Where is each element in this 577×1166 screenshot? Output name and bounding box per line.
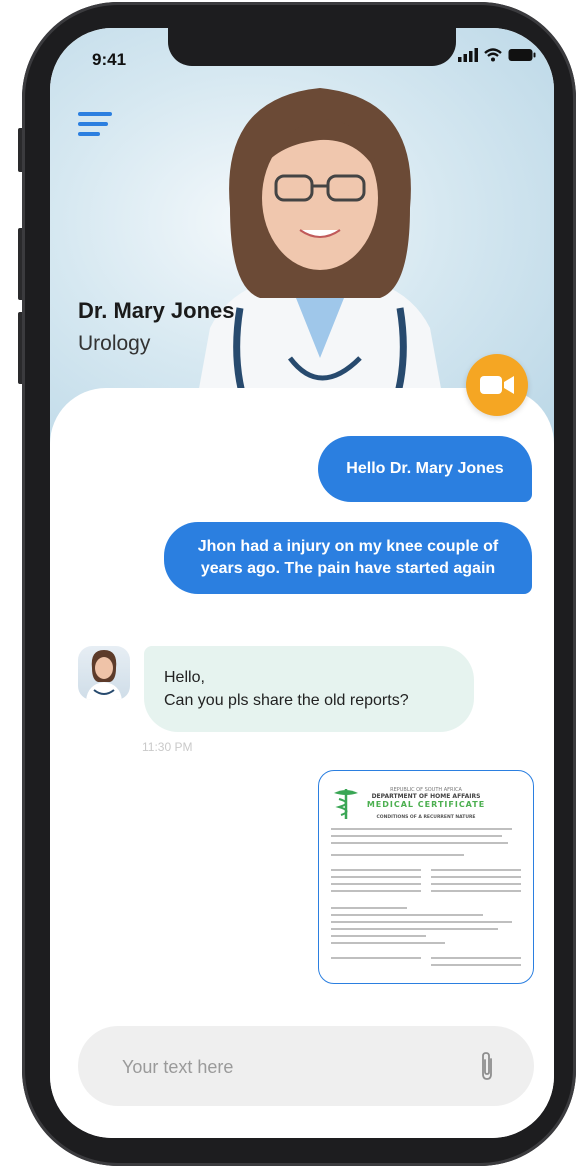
wifi-icon bbox=[484, 48, 502, 62]
message-text: Jhon had a injury on my knee couple of y… bbox=[197, 538, 499, 577]
battery-icon bbox=[508, 49, 536, 61]
message-text: Hello Dr. Mary Jones bbox=[346, 460, 504, 477]
doc-heading: CONDITIONS OF A RECURRENT NATURE bbox=[376, 815, 476, 820]
message-incoming: Hello, Can you pls share the old reports… bbox=[144, 646, 474, 732]
menu-button[interactable] bbox=[78, 112, 112, 138]
message-timestamp: 11:30 PM bbox=[142, 740, 193, 754]
status-time: 9:41 bbox=[92, 50, 127, 69]
status-icons bbox=[458, 48, 536, 62]
doctor-photo bbox=[190, 88, 450, 438]
message-outgoing: Jhon had a injury on my knee couple of y… bbox=[164, 522, 532, 594]
message-text: Hello, Can you pls share the old reports… bbox=[164, 669, 409, 709]
notch bbox=[168, 28, 456, 66]
hamburger-icon bbox=[78, 112, 112, 116]
message-input[interactable] bbox=[120, 1052, 454, 1082]
phone-screen: 9:41 Dr. Mary Jones Urology Hello Dr. Ma… bbox=[50, 28, 554, 1138]
message-outgoing: Hello Dr. Mary Jones bbox=[318, 436, 532, 502]
paperclip-icon[interactable] bbox=[478, 1050, 496, 1082]
document-attachment[interactable]: REPUBLIC OF SOUTH AFRICA DEPARTMENT OF H… bbox=[318, 770, 534, 984]
doc-line-2: DEPARTMENT OF HOME AFFAIRS bbox=[371, 793, 481, 800]
caduceus-icon bbox=[334, 789, 358, 819]
doctor-specialty: Urology bbox=[78, 332, 151, 355]
doctor-name: Dr. Mary Jones bbox=[78, 298, 235, 323]
signal-icon bbox=[458, 48, 478, 62]
doctor-avatar[interactable] bbox=[78, 646, 130, 700]
video-camera-icon bbox=[480, 376, 514, 394]
video-call-button[interactable] bbox=[466, 354, 528, 416]
doc-title: MEDICAL CERTIFICATE bbox=[366, 800, 486, 809]
chat-panel: Hello Dr. Mary Jones Jhon had a injury o… bbox=[50, 388, 554, 1138]
message-composer[interactable] bbox=[78, 1026, 534, 1106]
medical-certificate-preview: REPUBLIC OF SOUTH AFRICA DEPARTMENT OF H… bbox=[331, 779, 521, 971]
